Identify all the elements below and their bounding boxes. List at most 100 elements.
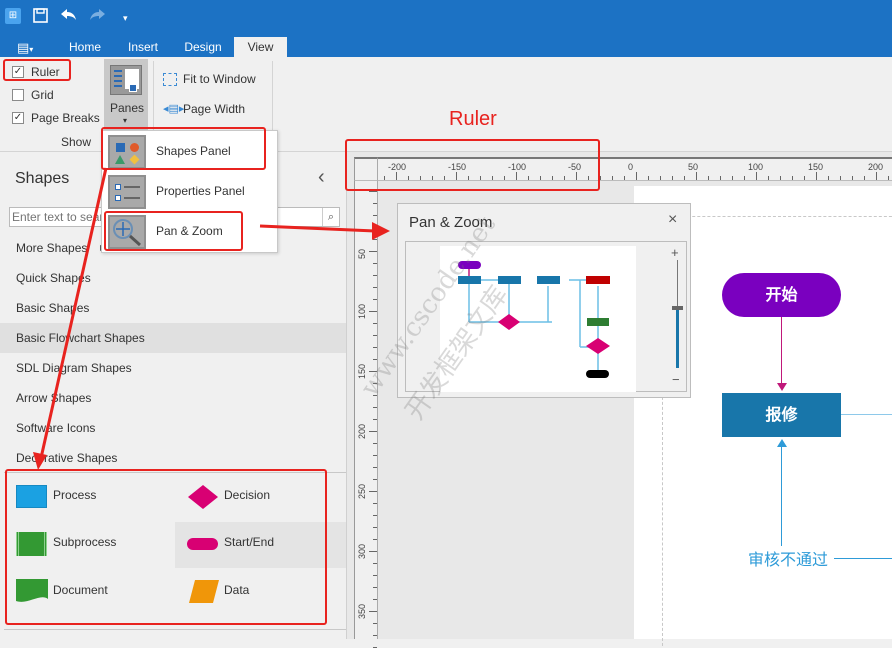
redo-icon[interactable] <box>88 8 106 26</box>
menu-item-properties-panel[interactable]: Properties Panel <box>102 172 278 212</box>
library-quick-shapes[interactable]: Quick Shapes <box>0 263 346 293</box>
panes-button[interactable]: Panes ▾ <box>104 59 148 131</box>
ruler-tick <box>373 563 377 564</box>
zoom-slider-thumb[interactable] <box>672 305 683 310</box>
library-basic-shapes[interactable]: Basic Shapes <box>0 293 346 323</box>
ruler-tick <box>373 383 377 384</box>
fit-to-window-label: Fit to Window <box>183 72 256 86</box>
menu-item-label: Properties Panel <box>156 184 245 198</box>
ruler-tick <box>373 503 377 504</box>
ruler-tick <box>373 635 377 636</box>
flow-node-label: 开始 <box>765 285 798 304</box>
pan-zoom-viewport: + − <box>405 241 687 392</box>
ruler-tick <box>804 176 805 180</box>
ruler-tick <box>373 587 377 588</box>
ruler-tick <box>660 176 661 180</box>
arrow-head-icon <box>777 383 787 391</box>
ruler-tick <box>373 263 377 264</box>
flow-edge[interactable] <box>834 558 892 559</box>
tab-home[interactable]: Home <box>60 37 110 57</box>
file-menu-icon[interactable]: ▤▾ <box>17 40 33 58</box>
ruler-tick <box>373 479 377 480</box>
vertical-ruler: 50 100 150 200 250 300 350 <box>354 181 378 648</box>
flow-edge[interactable] <box>781 317 782 383</box>
page-width-icon: ◂▤▸ <box>163 103 185 115</box>
diagram-thumbnail[interactable] <box>440 246 636 392</box>
grid-checkbox-label[interactable]: Grid <box>31 88 54 102</box>
ruler-tick <box>373 419 377 420</box>
ruler-tick <box>373 287 377 288</box>
ruler-tick <box>373 299 377 300</box>
ruler-tick-label: 0 <box>628 162 634 172</box>
ruler-tick-label: 200 <box>868 162 884 172</box>
flow-node-repair[interactable]: 报修 <box>722 393 841 437</box>
library-software-icons[interactable]: Software Icons <box>0 413 346 443</box>
pan-zoom-highlight-box <box>104 211 243 251</box>
ruler-tick <box>373 455 377 456</box>
panes-label: Panes <box>110 101 145 115</box>
undo-icon[interactable] <box>60 8 78 26</box>
ruler-tick <box>373 395 377 396</box>
ruler-tick <box>373 623 377 624</box>
tab-view[interactable]: View <box>234 37 287 57</box>
ruler-tick <box>876 172 877 180</box>
ruler-tick <box>369 491 377 492</box>
properties-panel-icon <box>108 175 146 209</box>
close-icon[interactable]: × <box>668 211 677 229</box>
flow-edge[interactable] <box>841 414 892 415</box>
ruler-tick <box>816 172 817 180</box>
ruler-tick <box>373 443 377 444</box>
thumbnail-start-node <box>458 261 481 269</box>
flow-edge[interactable] <box>781 446 782 546</box>
ruler-tick-label: 250 <box>357 483 367 499</box>
ruler-tick <box>373 359 377 360</box>
library-basic-flowchart-shapes[interactable]: Basic Flowchart Shapes <box>0 323 346 353</box>
ruler-tick <box>373 575 377 576</box>
page-margin-guide <box>662 216 892 217</box>
ruler-tick <box>768 176 769 180</box>
tab-insert[interactable]: Insert <box>118 37 168 57</box>
page-breaks-checkbox-label[interactable]: Page Breaks <box>31 111 100 125</box>
ruler-tick <box>636 172 637 180</box>
ruler-tick <box>756 172 757 180</box>
ruler-tick-label: 300 <box>357 543 367 559</box>
flowchart-app-icon: ⊞ <box>5 8 21 24</box>
ruler-tick <box>828 176 829 180</box>
library-arrow-shapes[interactable]: Arrow Shapes <box>0 383 346 413</box>
pan-zoom-window[interactable]: Pan & Zoom × + − <box>397 203 691 398</box>
flow-node-start[interactable]: 开始 <box>722 273 841 317</box>
ruler-tick <box>373 275 377 276</box>
ruler-tick <box>888 176 889 180</box>
ribbon-divider <box>153 61 154 131</box>
library-sdl-diagram-shapes[interactable]: SDL Diagram Shapes <box>0 353 346 383</box>
zoom-out-button[interactable]: − <box>672 372 680 387</box>
ruler-tick-label: 350 <box>357 603 367 619</box>
ruler-tick <box>373 335 377 336</box>
arrow-head-icon <box>777 439 787 447</box>
ruler-tick <box>369 311 377 312</box>
customize-toolbar-icon[interactable]: ▾ <box>123 10 128 26</box>
save-icon[interactable] <box>33 8 48 27</box>
ruler-tick <box>369 251 377 252</box>
ruler-tick-label: 100 <box>357 303 367 319</box>
ruler-highlight-box <box>3 59 71 81</box>
ruler-tick <box>369 371 377 372</box>
ruler-tick <box>696 172 697 180</box>
search-icon[interactable]: ⌕ <box>322 208 339 226</box>
ruler-tick <box>369 551 377 552</box>
grid-checkbox[interactable] <box>12 89 24 101</box>
shapes-panel-highlight-box <box>101 127 266 170</box>
collapse-panel-icon[interactable]: ‹ <box>318 166 325 189</box>
library-label: More Shapes <box>16 241 88 255</box>
ruler-tick <box>864 176 865 180</box>
shapes-grid-highlight-box <box>5 469 327 625</box>
tab-design[interactable]: Design <box>177 37 229 57</box>
zoom-in-button[interactable]: + <box>671 245 679 260</box>
ruler-tick <box>373 407 377 408</box>
fit-to-window-icon <box>163 73 177 86</box>
ruler-tick <box>373 347 377 348</box>
page-breaks-checkbox[interactable]: ✓ <box>12 112 24 124</box>
flow-edge-label[interactable]: 审核不通过 <box>748 546 829 570</box>
flow-node-label: 报修 <box>765 405 798 424</box>
ruler-tick <box>373 203 377 204</box>
